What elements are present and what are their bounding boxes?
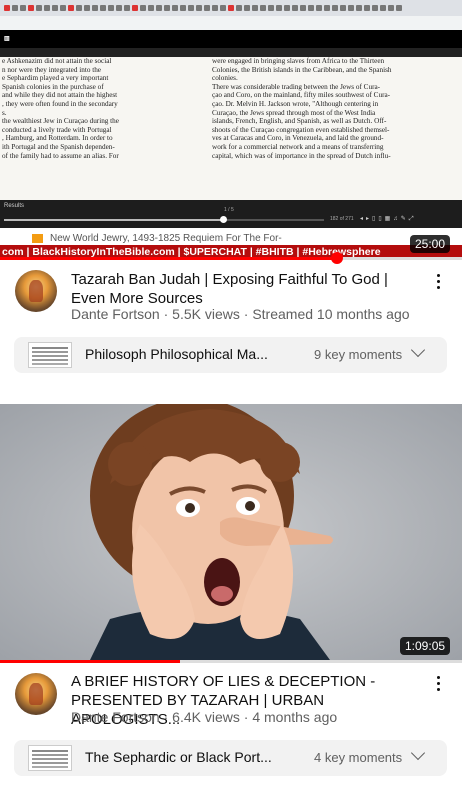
reader-page-indicator: 1 / 5 [224, 207, 234, 213]
chevron-down-icon[interactable] [410, 745, 426, 761]
pinocchio-boy-image [0, 404, 462, 660]
more-vert-icon[interactable] [432, 674, 446, 694]
video2-progress-bar [0, 660, 462, 663]
video1-progress-handle [331, 252, 344, 264]
video1-views: 5.5K views [172, 306, 240, 322]
video1-age: Streamed 10 months ago [252, 306, 410, 322]
video1-key-moments[interactable]: Philosoph Philosophical Ma... 9 key mome… [14, 337, 447, 373]
video2-duration: 1:09:05 [400, 637, 451, 655]
reader-page-count: 182 of 271 [330, 216, 354, 222]
archive-logo: ▥ [4, 36, 10, 42]
video2-channel[interactable]: Dante Fortson [71, 709, 160, 725]
video2-key-moments[interactable]: The Sephardic or Black Port... 4 key mom… [14, 740, 447, 776]
book-page-left: e Ashkenazim did not attain the social n … [2, 57, 119, 160]
playlist-icon [32, 234, 43, 243]
video2-metadata: Dante Fortson · 6.4K views · 4 months ag… [71, 709, 338, 725]
channel-avatar-icon[interactable] [15, 673, 57, 715]
moment-title: The Sephardic or Black Port... [85, 749, 272, 765]
chevron-down-icon[interactable] [410, 342, 426, 358]
video1-overlay-title: New World Jewry, 1493-1825 Requiem For T… [50, 233, 282, 244]
moment-count: 4 key moments [314, 750, 403, 765]
moment-thumbnail [28, 342, 72, 368]
book-reader-toolbar: Results 1 / 5 182 of 271 ◂▸▯▯▦♫✎⤢ [0, 200, 462, 228]
reader-controls-icon: ◂▸▯▯▦♫✎⤢ [360, 216, 417, 222]
video1-metadata: Dante Fortson · 5.5K views · Streamed 10… [71, 306, 410, 322]
video1-progress-bar [0, 257, 462, 260]
video2-age: 4 months ago [252, 709, 338, 725]
more-vert-icon[interactable] [432, 272, 446, 292]
video1-thumbnail[interactable]: ▥ e Ashkenazim did not attain the social… [0, 0, 462, 260]
archive-subnav [0, 48, 462, 57]
archive-header: ▥ [0, 30, 462, 48]
moment-thumbnail [28, 745, 72, 771]
channel-avatar-icon[interactable] [15, 270, 57, 312]
video2-progress-fill [0, 660, 181, 663]
video1-duration: 25:00 [410, 235, 451, 253]
video1-channel[interactable]: Dante Fortson [71, 306, 160, 322]
browser-url-bar [0, 16, 462, 30]
video2-thumbnail[interactable]: 1:09:05 [0, 404, 462, 660]
video2-views: 6.4K views [172, 709, 240, 725]
reader-page-slider [4, 216, 324, 223]
book-pages: e Ashkenazim did not attain the social n … [0, 57, 462, 200]
book-page-right: were engaged in bringing slaves from Afr… [212, 57, 392, 160]
video1-title[interactable]: Tazarah Ban Judah | Exposing Faithful To… [71, 270, 411, 308]
browser-tab-strip [0, 0, 462, 16]
video1-progress-fill [0, 257, 338, 260]
moment-title: Philosoph Philosophical Ma... [85, 346, 268, 362]
reader-results-label: Results [4, 203, 25, 209]
moment-count: 9 key moments [314, 347, 403, 362]
